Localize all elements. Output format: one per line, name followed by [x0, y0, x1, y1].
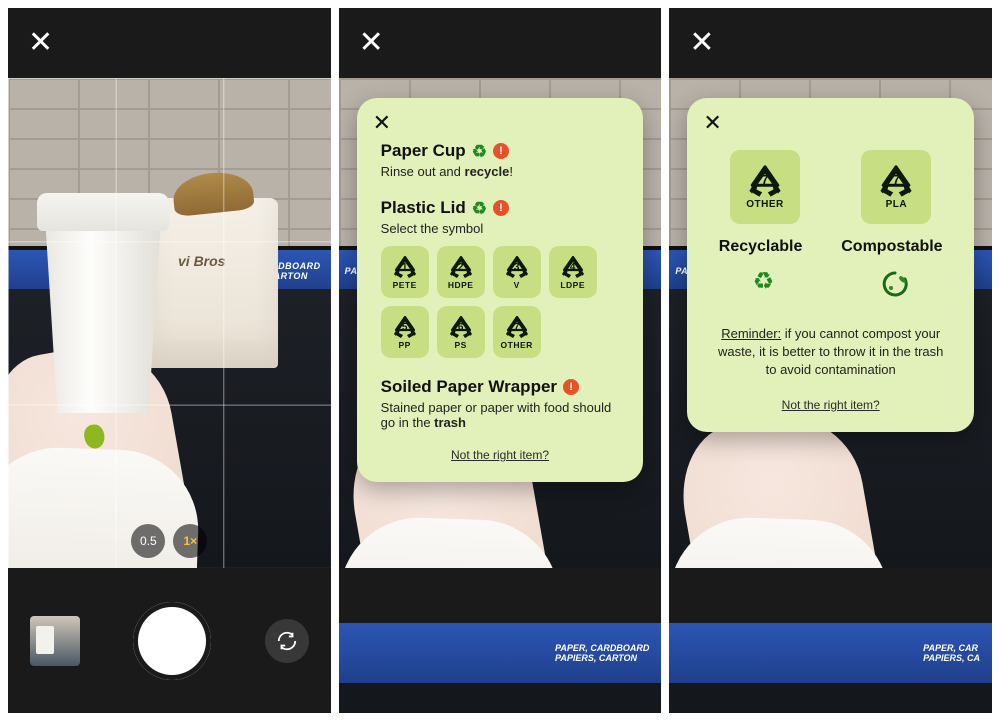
screen-results: ✕ PAPER, CARD PAPER, CARDBOARD PAPIERS, … [339, 8, 662, 713]
flip-camera-icon [276, 630, 298, 652]
screen-detail: ✕ PAPER, CARD PAPER, CAR PAPIERS, CA ✕ [669, 8, 992, 713]
zoom-1x[interactable]: 1× [173, 524, 207, 558]
item-title: Plastic Lid [381, 197, 466, 219]
label-recyclable: Recyclable [719, 238, 803, 256]
last-photo-thumbnail[interactable] [30, 616, 80, 666]
bin-label-bottom: PAPER, CAR PAPIERS, CA [669, 623, 992, 683]
close-icon[interactable]: ✕ [359, 28, 384, 58]
camera-topbar: ✕ [669, 8, 992, 78]
zoom-0-5x[interactable]: 0.5 [131, 524, 165, 558]
card-close-icon[interactable]: ✕ [703, 112, 721, 134]
shutter-button[interactable] [133, 602, 211, 680]
camera-preview-image: PAPER, CARDBOARD PAPIERS, CARTON vi Bros [8, 78, 331, 568]
paper-cup [43, 193, 163, 413]
resin-code-7-other[interactable]: 7 OTHER [730, 150, 800, 224]
not-right-item-link[interactable]: Not the right item? [381, 448, 620, 462]
compost-icon [881, 270, 909, 303]
camera-bottom-bar [8, 568, 331, 713]
item-title: Paper Cup [381, 140, 466, 162]
alert-icon: ! [493, 143, 509, 159]
results-card: ✕ Paper Cup ♻ ! Rinse out and recycle! P… [357, 98, 644, 482]
close-icon[interactable]: ✕ [28, 28, 53, 58]
alert-icon: ! [493, 200, 509, 216]
resin-code-7-other[interactable]: 7 OTHER [493, 306, 541, 358]
item-instruction: Stained paper or paper with food should … [381, 400, 620, 430]
screen-camera: ✕ PAPER, CARDBOARD PAPIERS, CARTON vi Br… [8, 8, 331, 713]
recycle-icon: ♻ [753, 270, 775, 303]
category-icons: ♻ [711, 270, 950, 303]
bin-label-bottom: PAPER, CARDBOARD PAPIERS, CARTON [339, 623, 662, 683]
item-title: Soiled Paper Wrapper [381, 376, 557, 398]
camera-topbar: ✕ [339, 8, 662, 78]
resin-code-5-pp[interactable]: 5 PP [381, 306, 429, 358]
resin-code-2-hdpe[interactable]: 2 HDPE [437, 246, 485, 298]
bag-logo-text: vi Bros [178, 253, 225, 269]
label-compostable: Compostable [841, 238, 942, 256]
category-labels: Recyclable Compostable [711, 238, 950, 256]
resin-code-6-ps[interactable]: 6 PS [437, 306, 485, 358]
alert-icon: ! [563, 379, 579, 395]
flip-camera-button[interactable] [265, 619, 309, 663]
card-close-icon[interactable]: ✕ [373, 112, 391, 134]
resin-code-1-pete[interactable]: 1 PETE [381, 246, 429, 298]
resin-code-3-v[interactable]: 3 V [493, 246, 541, 298]
recycle-icon: ♻ [472, 200, 487, 217]
recycle-icon: ♻ [472, 143, 487, 160]
zoom-controls: 0.5 1× [131, 524, 207, 558]
detail-card: ✕ 7 OTHER 7 PLA Recyclable Compostable ♻ [687, 98, 974, 432]
close-icon[interactable]: ✕ [689, 28, 714, 58]
result-item: Paper Cup ♻ ! Rinse out and recycle! [381, 140, 620, 179]
camera-topbar: ✕ [8, 8, 331, 78]
result-item: Soiled Paper Wrapper ! Stained paper or … [381, 376, 620, 430]
item-instruction: Rinse out and recycle! [381, 164, 620, 179]
not-right-item-link[interactable]: Not the right item? [711, 398, 950, 412]
resin-code-grid: 1 PETE 2 HDPE 3 V 4 [381, 246, 611, 358]
result-item: Plastic Lid ♻ ! Select the symbol 1 PETE [381, 197, 620, 358]
reminder-text: Reminder: if you cannot compost your was… [711, 325, 950, 380]
item-instruction: Select the symbol [381, 221, 620, 236]
resin-pair: 7 OTHER 7 PLA [711, 150, 950, 224]
camera-viewport[interactable]: PAPER, CARDBOARD PAPIERS, CARTON vi Bros [8, 78, 331, 568]
resin-code-7-pla[interactable]: 7 PLA [861, 150, 931, 224]
resin-code-4-ldpe[interactable]: 4 LDPE [549, 246, 597, 298]
